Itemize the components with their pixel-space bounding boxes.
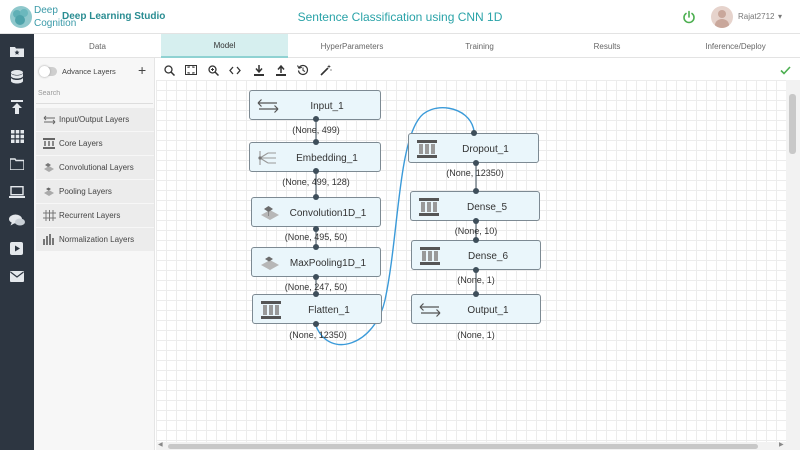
layer-node-dense-5[interactable]: Dense_5	[410, 191, 540, 221]
layer-output-shape: (None, 1)	[457, 330, 495, 340]
layer-node-label: Dropout_1	[462, 143, 509, 155]
pooling-icon	[258, 252, 282, 274]
input-port[interactable]	[473, 291, 479, 297]
input-port[interactable]	[473, 237, 479, 243]
embedding-icon	[256, 147, 280, 169]
output-port[interactable]	[313, 116, 319, 122]
layer-output-shape: (None, 499, 128)	[282, 177, 350, 187]
layer-output-shape: (None, 12350)	[289, 330, 347, 340]
layer-node-label: Output_1	[467, 304, 509, 316]
dense-icon	[418, 245, 442, 267]
layer-node-flatten[interactable]: Flatten_1	[252, 294, 382, 324]
layer-output-shape: (None, 12350)	[446, 168, 504, 178]
output-port[interactable]	[313, 274, 319, 280]
layer-node-output[interactable]: Output_1	[411, 294, 541, 324]
input-port[interactable]	[313, 139, 319, 145]
layer-node-label: Dense_5	[466, 201, 508, 213]
layer-node-label: Embedding_1	[296, 152, 358, 164]
layer-connections	[315, 107, 477, 346]
output-port[interactable]	[473, 160, 479, 166]
dense-icon	[415, 138, 439, 160]
layer-output-shape: (None, 1)	[457, 275, 495, 285]
output-port[interactable]	[313, 321, 319, 327]
input-port[interactable]	[473, 188, 479, 194]
dense-icon	[417, 196, 441, 218]
input-port[interactable]	[313, 194, 319, 200]
layer-node-dropout[interactable]: Dropout_1	[408, 133, 539, 163]
input-port[interactable]	[471, 130, 477, 136]
layer-node-label: MaxPooling1D_1	[289, 257, 367, 269]
convolution-icon	[258, 202, 282, 224]
layer-output-shape: (None, 499)	[292, 125, 340, 135]
layer-node-label: Convolution1D_1	[289, 207, 367, 219]
layer-node-label: Input_1	[310, 100, 344, 112]
input-port[interactable]	[313, 244, 319, 250]
output-port[interactable]	[313, 168, 319, 174]
layer-node-label: Dense_6	[467, 250, 509, 262]
layer-output-shape: (None, 10)	[454, 226, 498, 236]
output-port[interactable]	[473, 218, 479, 224]
layer-node-dense-6[interactable]: Dense_6	[411, 240, 541, 270]
arrows-icon	[418, 299, 442, 321]
dense-icon	[259, 299, 283, 321]
arrows-icon	[256, 95, 280, 117]
layer-output-shape: (None, 495, 50)	[284, 232, 348, 242]
output-port[interactable]	[313, 226, 319, 232]
layer-node-label: Flatten_1	[308, 304, 350, 316]
layer-node-convolution1d[interactable]: Convolution1D_1	[251, 197, 381, 227]
output-port[interactable]	[473, 267, 479, 273]
input-port[interactable]	[313, 291, 319, 297]
layer-node-maxpooling1d[interactable]: MaxPooling1D_1	[251, 247, 381, 277]
